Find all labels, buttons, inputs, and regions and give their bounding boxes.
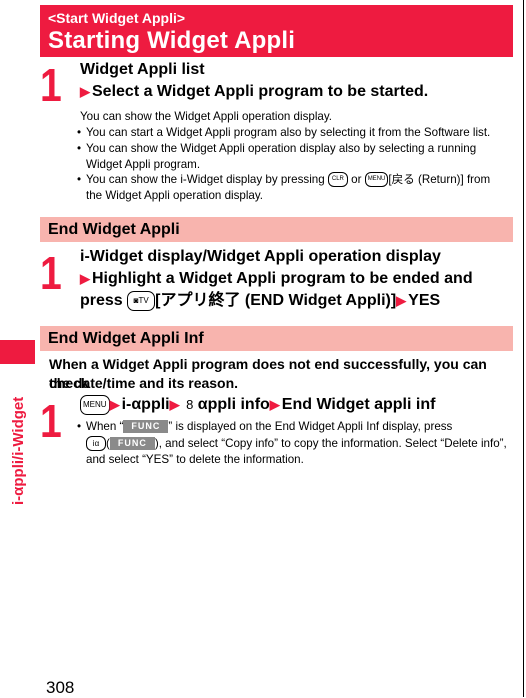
menu-key-icon: MENU	[80, 394, 110, 415]
bullet-item: • You can show the i-Widget display by pr…	[77, 172, 490, 189]
step-line: press ◙TV [アプリ終了 (END Widget Appli)]▶ YES	[80, 290, 440, 312]
bullet-text: You can start a Widget Appli program als…	[86, 126, 491, 139]
step-text: Select a Widget Appli program to be star…	[92, 83, 429, 100]
bullet-item: • You can start a Widget Appli program al…	[77, 125, 490, 142]
bullet-icon: •	[77, 142, 82, 155]
info-icon: 8	[186, 397, 194, 412]
bullet-icon: •	[77, 420, 82, 433]
bullet-text: Widget Appli program.	[86, 158, 201, 171]
bullet-text: and select “YES” to delete the informati…	[86, 453, 304, 466]
chapter-label: i-αppli/i-Widget	[10, 396, 27, 505]
arrow-icon: ▶	[396, 293, 407, 308]
lead-text: the date/time and its reason.	[49, 375, 239, 391]
arrow-icon: ▶	[269, 397, 280, 412]
camera-tv-key-icon: ◙TV	[127, 290, 156, 311]
menu-key-icon: MENU	[364, 172, 389, 188]
func-badge: FUNC	[109, 437, 155, 451]
bullet-text: the Widget Appli operation display.	[86, 189, 264, 202]
bullet-text: You can show the i-Widget display by pre…	[86, 173, 325, 186]
step-line: Widget Appli list	[80, 61, 205, 78]
bullet-icon: •	[77, 173, 82, 186]
bullet-icon: •	[77, 126, 82, 139]
bullet-text: When “	[86, 420, 124, 433]
description: You can show the Widget Appli operation …	[80, 110, 333, 123]
step-number: 1	[40, 395, 62, 447]
step-line: MENU ▶ i-αppli▶ 8 αppli info▶ End Widget ap…	[80, 394, 435, 416]
step-number: 1	[40, 247, 62, 299]
section-heading: End Widget Appli	[48, 221, 180, 238]
step-text: [アプリ終了 (END Widget Appli)]	[155, 292, 397, 309]
title-subtitle: <Start Widget Appli>	[48, 10, 186, 26]
step-number: 1	[40, 59, 62, 111]
step-text: press	[80, 292, 123, 309]
bullet-item-cont: and select “YES” to delete the informati…	[77, 452, 304, 469]
page-edge-rule	[523, 0, 524, 697]
nav-item: i-αppli	[121, 396, 170, 413]
page-number: 308	[46, 678, 75, 697]
nav-item: αppli info	[197, 396, 270, 413]
nav-item: End Widget appli inf	[281, 396, 436, 413]
chapter-tab	[0, 340, 35, 364]
section-heading-bar: End Widget Appli	[40, 217, 513, 242]
section-heading-bar: End Widget Appli Inf	[40, 326, 513, 351]
step-line: ▶ Highlight a Widget Appli program to be …	[80, 268, 473, 290]
arrow-icon: ▶	[109, 397, 120, 412]
arrow-icon: ▶	[80, 84, 90, 99]
bullet-text: or	[351, 173, 362, 186]
arrow-icon: ▶	[80, 271, 90, 286]
clr-key-icon: CLR	[327, 172, 348, 188]
step-line: i-Widget display/Widget Appli operation …	[80, 248, 441, 265]
title-band: <Start Widget Appli> Starting Widget App…	[40, 5, 513, 57]
bullet-item: • When “FUNC” is displayed on the End Wid…	[77, 419, 452, 436]
arrow-icon: ▶	[169, 397, 180, 412]
section-heading: End Widget Appli Inf	[48, 330, 204, 347]
bullet-text: You can show the Widget Appli operation …	[86, 142, 477, 155]
bullet-item-cont: the Widget Appli operation display.	[77, 188, 263, 205]
step-line: ▶ Select a Widget Appli program to be sta…	[80, 81, 428, 103]
bullet-item-cont: iα(FUNC), and select “Copy info” to copy…	[77, 436, 507, 453]
func-badge: FUNC	[123, 420, 169, 434]
bullet-item: • You can show the Widget Appli operation…	[77, 141, 476, 158]
step-text: YES	[408, 292, 441, 309]
step-text: Highlight a Widget Appli program to be e…	[92, 270, 473, 287]
bullet-text: ), and select “Copy info” to copy the in…	[154, 437, 507, 450]
bullet-text: [戻る (Return)] from	[388, 173, 491, 186]
i-alpha-key-icon: iα	[86, 436, 106, 452]
bullet-text: ” is displayed on the End Widget Appli I…	[168, 420, 453, 433]
page-title: Starting Widget Appli	[48, 27, 296, 54]
